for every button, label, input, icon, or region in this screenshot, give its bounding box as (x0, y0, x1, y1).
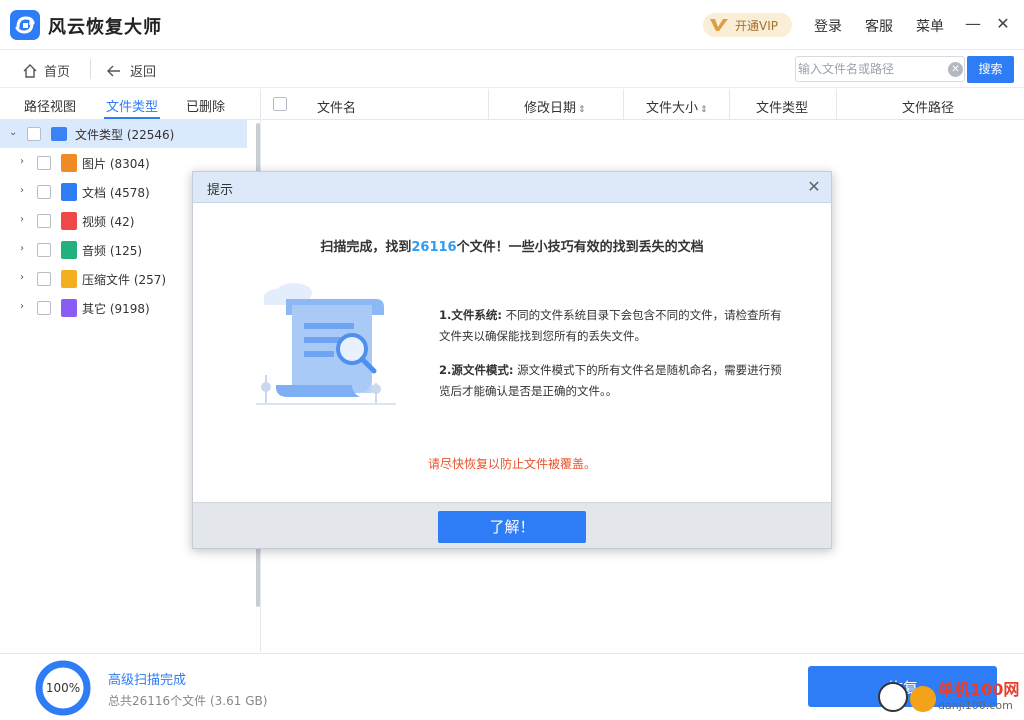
status-bar: 100% 高级扫描完成 总共26116个文件 (3.61 GB) 恢复 单机10… (0, 653, 1024, 720)
sort-icon: ⇕ (700, 105, 708, 115)
vip-icon (710, 19, 728, 31)
search-input[interactable] (798, 59, 938, 79)
tree-item-label: 视频 (42) (82, 215, 135, 229)
sort-icon: ⇕ (578, 105, 586, 115)
expand-arrow-icon[interactable]: › (20, 214, 30, 226)
tree-item-label: 图片 (8304) (82, 157, 150, 171)
app-title: 风云恢复大师 (48, 17, 162, 38)
tree-item-label: 文档 (4578) (82, 186, 150, 200)
home-button[interactable]: 首页 (22, 61, 70, 80)
progress-percent: 100% (45, 681, 81, 695)
headline-suffix: 个文件！一些小技巧有效的找到丢失的文档 (456, 240, 704, 255)
dialog-close-icon[interactable]: ✕ (805, 178, 823, 196)
back-label: 返回 (130, 65, 157, 80)
tree-item-label: 压缩文件 (257) (82, 273, 167, 287)
column-divider (488, 89, 489, 120)
clear-search-icon[interactable]: ✕ (948, 62, 963, 77)
watermark-text: 单机100网 (938, 680, 1020, 699)
expand-arrow-icon[interactable]: › (20, 243, 30, 255)
column-filename[interactable]: 文件名 (317, 97, 356, 116)
watermark-plus-icon (878, 682, 908, 712)
document-search-illustration-icon (256, 283, 396, 405)
tip-title: 1.文件系统: (439, 308, 502, 322)
tree-item-label: 其它 (9198) (82, 302, 150, 316)
close-window-icon[interactable]: ✕ (993, 14, 1013, 34)
tab-deleted[interactable]: 已删除 (186, 96, 225, 115)
understood-button[interactable]: 了解！ (438, 511, 586, 543)
column-modified-date[interactable]: 修改日期 ⇕ (524, 97, 586, 116)
expand-arrow-icon[interactable]: › (20, 156, 30, 168)
column-file-path[interactable]: 文件路径 (902, 97, 954, 116)
column-label: 文件大小 (646, 101, 699, 116)
other-icon (61, 299, 77, 317)
login-link[interactable]: 登录 (814, 16, 842, 36)
tree-checkbox[interactable] (37, 301, 51, 315)
home-label: 首页 (44, 65, 71, 80)
tree-item-label: 文件类型 (22546) (75, 128, 175, 142)
view-tabs: 路径视图 文件类型 已删除 (0, 89, 261, 120)
search-box: ✕ (795, 56, 965, 82)
watermark-circle-icon (910, 686, 936, 712)
video-icon (61, 212, 77, 230)
menu-link[interactable]: 菜单 (916, 16, 944, 36)
back-button[interactable]: 返回 (106, 61, 156, 80)
tree-checkbox[interactable] (37, 185, 51, 199)
collapse-arrow-icon[interactable]: ⌄ (9, 127, 19, 139)
audio-icon (61, 241, 77, 259)
scan-complete-dialog: 提示 ✕ 扫描完成，找到26116个文件！一些小技巧有效的找到丢失的文档 1.文… (192, 171, 832, 549)
active-tab-indicator (104, 117, 160, 119)
archive-icon (61, 270, 77, 288)
expand-arrow-icon[interactable]: › (20, 185, 30, 197)
overwrite-warning: 请尽快恢复以防止文件被覆盖。 (427, 457, 596, 471)
watermark-url: danji100.com (938, 699, 1013, 712)
headline-prefix: 扫描完成，找到 (320, 240, 412, 255)
tip-source-mode: 2.源文件模式: 源文件模式下的所有文件名是随机命名，需要进行预览后才能确认是否… (439, 360, 789, 402)
column-divider (836, 89, 837, 120)
tree-checkbox[interactable] (27, 127, 41, 141)
search-button[interactable]: 搜索 (967, 56, 1014, 83)
site-watermark: 单机100网 danji100.com (878, 674, 1024, 719)
column-label: 修改日期 (524, 101, 577, 116)
back-arrow-icon (107, 65, 120, 77)
select-all-checkbox[interactable] (273, 97, 287, 111)
home-icon (23, 64, 37, 78)
expand-arrow-icon[interactable]: › (20, 272, 30, 284)
dialog-footer: 了解！ (193, 502, 831, 548)
tree-item-label: 音频 (125) (82, 244, 143, 258)
dialog-header: 提示 ✕ (193, 172, 831, 203)
tab-file-type[interactable]: 文件类型 (106, 96, 158, 115)
document-icon (61, 183, 77, 201)
app-logo-icon (10, 10, 40, 40)
minimize-icon[interactable]: — (963, 14, 983, 34)
tree-checkbox[interactable] (37, 272, 51, 286)
expand-arrow-icon[interactable]: › (20, 301, 30, 313)
title-bar: 风云恢复大师 开通VIP 登录 客服 菜单 — ✕ (0, 0, 1024, 50)
tree-item-all-types[interactable]: ⌄ 文件类型 (22546) (0, 120, 247, 148)
file-table-header: 文件名 修改日期 ⇕ 文件大小 ⇕ 文件类型 文件路径 (262, 89, 1024, 120)
column-divider (623, 89, 624, 120)
scan-total-text: 总共26116个文件 (3.61 GB) (108, 694, 268, 708)
nav-toolbar: 首页 返回 ✕ 搜索 (0, 51, 1024, 88)
tree-checkbox[interactable] (37, 243, 51, 257)
found-count: 26116 (411, 240, 457, 255)
column-divider (729, 89, 730, 120)
column-file-type[interactable]: 文件类型 (756, 97, 808, 116)
tip-title: 2.源文件模式: (439, 363, 514, 377)
nav-divider (90, 59, 91, 79)
tab-path-view[interactable]: 路径视图 (24, 96, 76, 115)
vip-button[interactable]: 开通VIP (703, 13, 792, 37)
image-icon (61, 154, 77, 172)
tree-checkbox[interactable] (37, 214, 51, 228)
tip-file-system: 1.文件系统: 不同的文件系统目录下会包含不同的文件，请检查所有文件夹以确保能找… (439, 305, 789, 347)
scan-status-text: 高级扫描完成 (108, 673, 187, 688)
dialog-title: 提示 (207, 183, 234, 198)
column-file-size[interactable]: 文件大小 ⇕ (646, 97, 708, 116)
dialog-headline: 扫描完成，找到26116个文件！一些小技巧有效的找到丢失的文档 (193, 236, 831, 255)
tree-checkbox[interactable] (37, 156, 51, 170)
drive-icon (51, 127, 67, 141)
customer-service-link[interactable]: 客服 (865, 16, 893, 36)
vip-label: 开通VIP (735, 19, 778, 33)
